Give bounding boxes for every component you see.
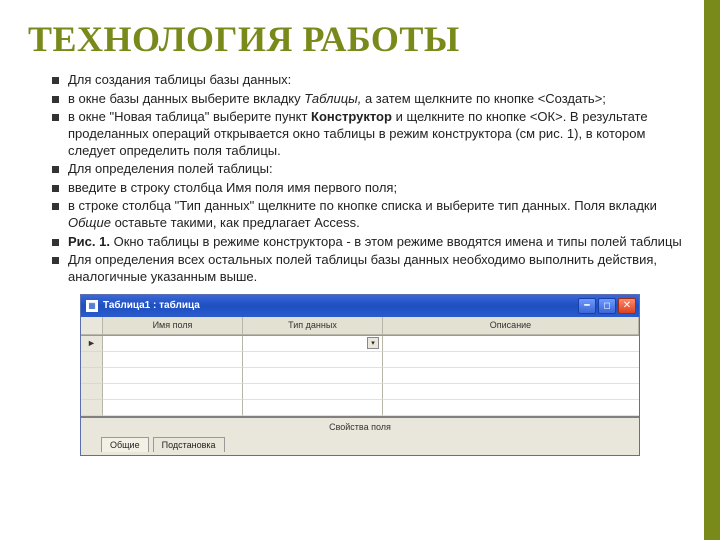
field-name-cell[interactable] bbox=[103, 368, 243, 384]
bullet-text: введите в строку столбца Имя поля имя пе… bbox=[68, 180, 397, 195]
close-button[interactable]: ✕ bbox=[618, 298, 636, 314]
grid-row[interactable]: ► ▾ bbox=[81, 336, 639, 352]
grid-row[interactable] bbox=[81, 368, 639, 384]
data-type-cell[interactable] bbox=[243, 352, 383, 368]
list-item: в строке столбца "Тип данных" щелкните п… bbox=[52, 198, 692, 231]
grid-row[interactable] bbox=[81, 400, 639, 416]
slide-title: ТЕХНОЛОГИЯ РАБОТЫ bbox=[28, 18, 692, 60]
data-type-cell[interactable] bbox=[243, 368, 383, 384]
bullet-list: Для создания таблицы базы данных: в окне… bbox=[28, 72, 692, 286]
italic-text: Таблицы, bbox=[304, 91, 361, 106]
grid-row[interactable] bbox=[81, 384, 639, 400]
maximize-button[interactable]: ◻ bbox=[598, 298, 616, 314]
row-selector[interactable] bbox=[81, 368, 103, 384]
description-cell[interactable] bbox=[383, 368, 639, 384]
access-table-designer-window: ▦ Таблица1 : таблица ━ ◻ ✕ Имя поля Тип … bbox=[80, 294, 640, 456]
bullet-text: Для определения полей таблицы: bbox=[68, 161, 273, 176]
bullet-text: а затем щелкните по кнопке <Создать>; bbox=[361, 91, 606, 106]
italic-text: Общие bbox=[68, 215, 111, 230]
field-name-cell[interactable] bbox=[103, 400, 243, 416]
window-icon: ▦ bbox=[86, 300, 98, 312]
row-selector[interactable] bbox=[81, 352, 103, 368]
bullet-text: Для определения всех остальных полей таб… bbox=[68, 252, 657, 284]
description-cell[interactable] bbox=[383, 352, 639, 368]
bullet-text: в окне "Новая таблица" выберите пункт bbox=[68, 109, 311, 124]
field-name-cell[interactable] bbox=[103, 352, 243, 368]
description-cell[interactable] bbox=[383, 336, 639, 352]
field-properties-pane: Свойства поля Общие Подстановка bbox=[81, 416, 639, 455]
description-cell[interactable] bbox=[383, 384, 639, 400]
list-item: Для определения всех остальных полей таб… bbox=[52, 252, 692, 285]
bullet-text: оставьте такими, как предлагает Access. bbox=[111, 215, 360, 230]
window-controls: ━ ◻ ✕ bbox=[578, 298, 636, 314]
bold-text: Конструктор bbox=[311, 109, 392, 124]
bullet-text: Для создания таблицы базы данных: bbox=[68, 72, 291, 87]
list-item: в окне "Новая таблица" выберите пункт Ко… bbox=[52, 109, 692, 159]
data-type-cell[interactable] bbox=[243, 384, 383, 400]
column-header-type[interactable]: Тип данных bbox=[243, 317, 383, 335]
list-item: Для создания таблицы базы данных: bbox=[52, 72, 692, 89]
grid-row[interactable] bbox=[81, 352, 639, 368]
field-name-cell[interactable] bbox=[103, 336, 243, 352]
window-title: Таблица1 : таблица bbox=[103, 300, 578, 311]
row-selector[interactable]: ► bbox=[81, 336, 103, 352]
accent-bar bbox=[704, 0, 720, 540]
tab-lookup[interactable]: Подстановка bbox=[153, 437, 225, 452]
row-selector[interactable] bbox=[81, 400, 103, 416]
tab-general[interactable]: Общие bbox=[101, 437, 149, 452]
properties-label: Свойства поля bbox=[87, 422, 633, 432]
property-tabs: Общие Подстановка bbox=[87, 436, 633, 451]
list-item: Для определения полей таблицы: bbox=[52, 161, 692, 178]
column-header-name[interactable]: Имя поля bbox=[103, 317, 243, 335]
bullet-text: Окно таблицы в режиме конструктора - в э… bbox=[110, 234, 682, 249]
minimize-button[interactable]: ━ bbox=[578, 298, 596, 314]
grid-rows: ► ▾ bbox=[81, 336, 639, 416]
description-cell[interactable] bbox=[383, 400, 639, 416]
corner-cell bbox=[81, 317, 103, 335]
grid-header: Имя поля Тип данных Описание bbox=[81, 317, 639, 336]
dropdown-icon[interactable]: ▾ bbox=[367, 337, 379, 349]
field-name-cell[interactable] bbox=[103, 384, 243, 400]
column-header-desc[interactable]: Описание bbox=[383, 317, 639, 335]
bullet-text: в окне базы данных выберите вкладку bbox=[68, 91, 304, 106]
data-type-cell[interactable]: ▾ bbox=[243, 336, 383, 352]
list-item: Рис. 1. Окно таблицы в режиме конструкто… bbox=[52, 234, 692, 251]
list-item: введите в строку столбца Имя поля имя пе… bbox=[52, 180, 692, 197]
bold-text: Рис. 1. bbox=[68, 234, 110, 249]
list-item: в окне базы данных выберите вкладку Табл… bbox=[52, 91, 692, 108]
row-selector[interactable] bbox=[81, 384, 103, 400]
data-type-cell[interactable] bbox=[243, 400, 383, 416]
titlebar[interactable]: ▦ Таблица1 : таблица ━ ◻ ✕ bbox=[81, 295, 639, 317]
bullet-text: в строке столбца "Тип данных" щелкните п… bbox=[68, 198, 657, 213]
